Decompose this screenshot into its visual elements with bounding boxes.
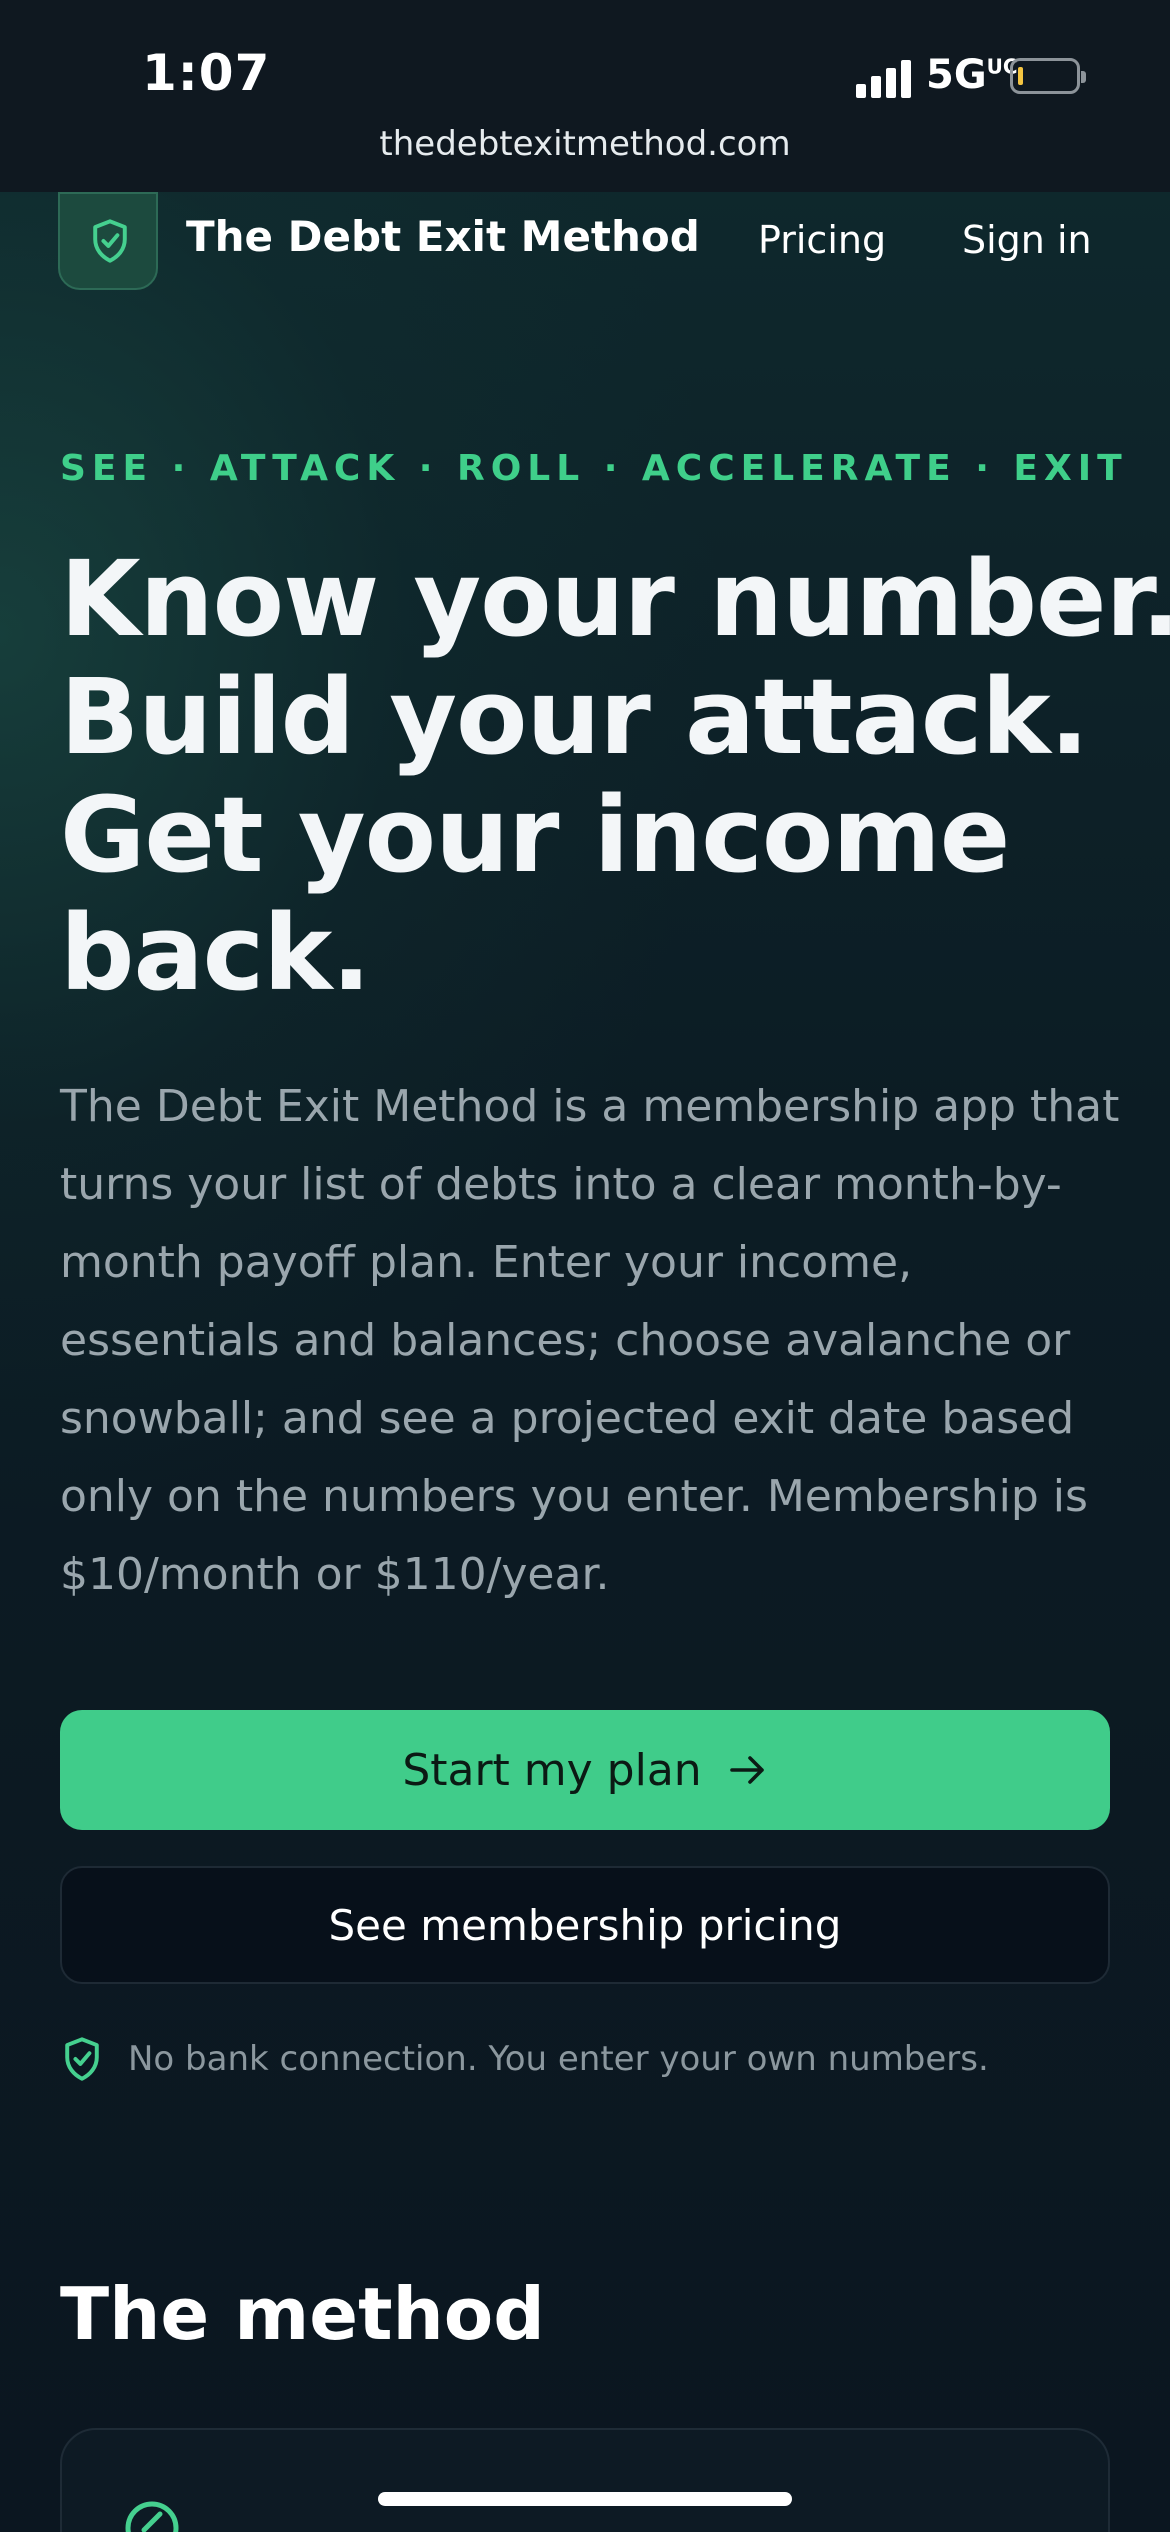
method-card xyxy=(60,2428,1110,2532)
address-bar-url[interactable]: thedebtexitmethod.com xyxy=(0,124,1170,164)
start-plan-label: Start my plan xyxy=(402,1744,702,1796)
privacy-note: No bank connection. You enter your own n… xyxy=(62,2036,989,2082)
network-indicator: 5GUC xyxy=(926,52,1018,98)
battery-icon xyxy=(1010,58,1086,94)
headline-line: Get your income xyxy=(60,774,1010,896)
membership-pricing-label: See membership pricing xyxy=(328,1900,842,1950)
privacy-note-text: No bank connection. You enter your own n… xyxy=(128,2039,989,2079)
hero-eyebrow: SEE · ATTACK · ROLL · ACCELERATE · EXIT xyxy=(60,448,1128,489)
gauge-icon xyxy=(125,2501,179,2532)
page: 1:07 5GUC thedebtexitmethod.com The Debt… xyxy=(0,0,1170,2532)
headline-line: back. xyxy=(60,892,371,1014)
hero-description: The Debt Exit Method is a membership app… xyxy=(60,1081,1120,1600)
status-time: 1:07 xyxy=(142,44,271,102)
logo[interactable] xyxy=(58,192,158,290)
method-section-title: The method xyxy=(60,2272,545,2356)
nav-pricing-link[interactable]: Pricing xyxy=(758,218,886,262)
status-bar: 1:07 5GUC thedebtexitmethod.com xyxy=(0,0,1170,192)
shield-check-icon xyxy=(65,2037,99,2081)
signal-icon xyxy=(856,58,914,98)
start-plan-button[interactable]: Start my plan xyxy=(60,1710,1110,1830)
arrow-right-icon xyxy=(729,1756,764,1784)
headline-line: Know your number. xyxy=(60,538,1170,660)
shield-check-icon xyxy=(93,219,127,263)
brand-name[interactable]: The Debt Exit Method xyxy=(186,212,700,261)
headline-line: Build your attack. xyxy=(60,656,1089,778)
hero-headline: Know your number. Build your attack. Get… xyxy=(60,538,1170,1014)
membership-pricing-button[interactable]: See membership pricing xyxy=(60,1866,1110,1984)
nav-sign-in-link[interactable]: Sign in xyxy=(962,218,1092,262)
home-indicator[interactable] xyxy=(378,2492,792,2506)
network-label: 5G xyxy=(926,52,987,98)
